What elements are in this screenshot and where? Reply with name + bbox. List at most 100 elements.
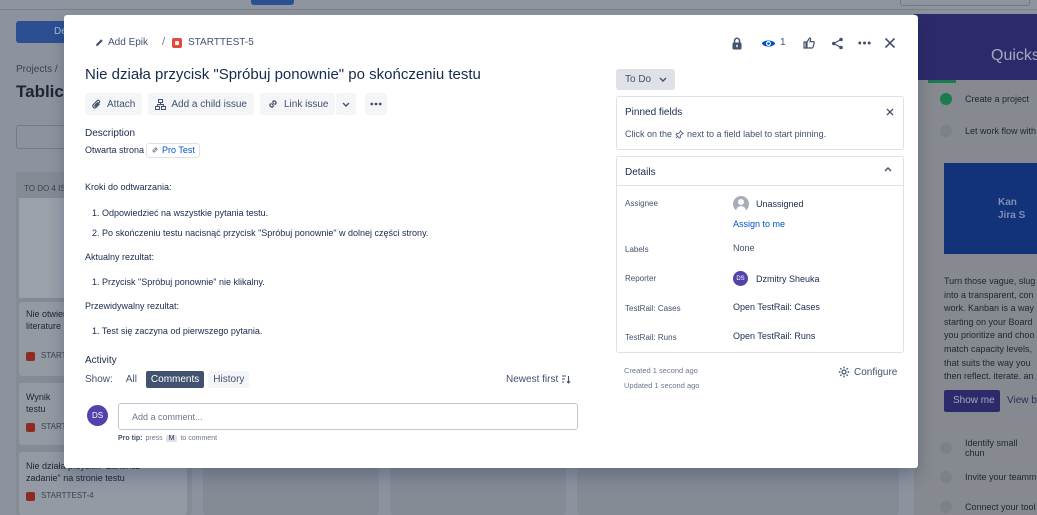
filter-all[interactable]: All (121, 371, 142, 388)
list-item: 1. Przycisk "Spróbuj ponownie" nie klika… (92, 277, 265, 287)
user-avatar-icon (733, 196, 749, 212)
created-timestamp: Created 1 second ago (624, 366, 698, 375)
configure-button[interactable]: Configure (838, 366, 897, 378)
pro-test-link[interactable]: Pro Test (146, 142, 200, 158)
quickstart-task: Connect your tool (940, 501, 1036, 513)
card-key: START (41, 351, 67, 360)
description-label: Description (85, 128, 136, 139)
quickstart-heading: Quicks (914, 14, 1037, 80)
check-icon (940, 93, 952, 105)
reporter-label: Reporter (625, 274, 657, 283)
thumbs-up-icon[interactable] (800, 34, 818, 52)
board-breadcrumb: Projects / (16, 64, 58, 75)
top-navigation-bar (0, 0, 1037, 10)
breadcrumb-separator: / (162, 36, 166, 48)
pinned-fields-hint: Click on the next to a field label to st… (625, 129, 827, 139)
testrail-cases-link[interactable]: Open TestRail: Cases (733, 302, 820, 312)
issue-key-link[interactable]: STARTTEST-5 (172, 37, 254, 48)
watch-icon[interactable] (759, 34, 777, 52)
keyboard-key: M (165, 435, 178, 442)
testrail-runs-link[interactable]: Open TestRail: Runs (733, 331, 815, 341)
actual-heading: Aktualny rezultat: (85, 252, 155, 262)
card-title: Wynik testu 100% (26, 392, 51, 414)
quickstart-video: Kan Jira S (944, 163, 1037, 254)
chevron-up-icon (884, 167, 892, 172)
quickstart-task: Invite your teamm (940, 471, 1037, 483)
issue-toolbar: Attach Add a child issue Link issue (85, 93, 388, 115)
pinned-fields-title: Pinned fields (625, 107, 683, 118)
lock-icon[interactable] (728, 34, 746, 52)
quickstart-task: Let work flow with (940, 125, 1036, 137)
issue-type-icon (26, 351, 35, 361)
activity-label: Activity (85, 355, 117, 366)
list-item: 2. Po skończeniu testu nacisnąć przycisk… (92, 228, 429, 238)
gear-icon (838, 366, 850, 378)
testrail-runs-label: TestRail: Runs (625, 333, 677, 342)
view-board-link: View b (1007, 395, 1037, 406)
labels-label: Labels (625, 245, 649, 254)
avatar: DS (733, 271, 748, 286)
close-icon[interactable] (886, 105, 894, 119)
create-button (251, 0, 294, 5)
link-icon (152, 147, 158, 153)
more-icon[interactable] (365, 93, 388, 115)
quickstart-progress (928, 80, 956, 83)
chevron-down-icon (659, 77, 667, 82)
filter-comments[interactable]: Comments (145, 371, 205, 388)
description-line: Otwarta strona Pro Test (85, 142, 585, 158)
more-actions-icon[interactable] (855, 34, 873, 52)
testrail-cases-label: TestRail: Cases (625, 304, 681, 313)
labels-field[interactable]: None (733, 243, 755, 253)
assign-to-me-link[interactable]: Assign to me (733, 219, 785, 229)
issue-type-icon (26, 491, 35, 501)
status-dropdown[interactable]: To Do (616, 69, 675, 90)
reporter-field[interactable]: DS Dzmitry Sheuka (733, 271, 820, 286)
add-epic-link[interactable]: Add Epik (95, 37, 148, 48)
steps-heading: Kroki do odtwarzania: (85, 182, 172, 192)
quickstart-task: Create a project (940, 93, 1029, 105)
add-child-issue-button[interactable]: Add a child issue (148, 93, 254, 115)
pro-tip: Pro tip: press M to comment (118, 435, 218, 442)
comment-input[interactable]: Add a comment... (118, 403, 578, 430)
assignee-field[interactable]: Unassigned (733, 196, 804, 212)
assignee-label: Assignee (625, 199, 658, 208)
circle-icon (940, 125, 952, 137)
list-item: 1. Odpowiedzieć na wszystkie pytania tes… (92, 208, 269, 218)
chevron-down-icon[interactable] (336, 93, 357, 115)
pinned-fields-panel: Pinned fields Click on the next to a fie… (616, 96, 904, 150)
description-field[interactable]: Otwarta strona Pro Test Kroki do odtwarz… (85, 142, 585, 336)
quickstart-task: Identify small chun (940, 438, 1037, 458)
modal-header: Add Epik / STARTTEST-5 1 (64, 15, 918, 67)
global-search (900, 0, 1030, 6)
card-thumbnail (19, 198, 65, 298)
attach-button[interactable]: Attach (85, 93, 143, 115)
link-issue-split-button: Link issue (259, 93, 357, 115)
paperclip-icon (92, 99, 101, 108)
issue-type-icon (26, 422, 35, 432)
updated-timestamp: Updated 1 second ago (624, 381, 700, 390)
share-icon[interactable] (828, 34, 846, 52)
quickstart-description: Turn those vague, slug into a transparen… (944, 276, 1036, 379)
activity-filter: Show: All Comments History (85, 371, 253, 388)
pencil-icon (95, 39, 103, 47)
details-panel: Details Assignee Unassigned Assign to me… (616, 156, 904, 353)
issue-modal: Add Epik / STARTTEST-5 1 Nie działa przy… (64, 15, 918, 468)
pin-icon (675, 129, 684, 139)
list-item: 1. Test się zaczyna od pierwszego pytani… (92, 326, 263, 336)
circle-icon (940, 471, 952, 483)
sort-icon (562, 375, 571, 384)
issue-summary[interactable]: Nie działa przycisk "Spróbuj ponownie" p… (85, 66, 481, 83)
show-me-button: Show me (944, 390, 1000, 412)
expected-heading: Przewidywalny rezultat: (85, 301, 180, 311)
card-key: START (41, 422, 67, 431)
link-issue-button[interactable]: Link issue (259, 93, 336, 115)
sort-button[interactable]: Newest first (506, 374, 571, 385)
details-header[interactable]: Details (617, 157, 903, 186)
bug-icon (172, 37, 182, 48)
link-icon (269, 100, 277, 108)
circle-icon (940, 442, 952, 454)
hierarchy-icon (155, 98, 167, 110)
circle-icon (940, 501, 952, 513)
close-icon[interactable] (881, 34, 899, 52)
filter-history[interactable]: History (208, 371, 250, 388)
